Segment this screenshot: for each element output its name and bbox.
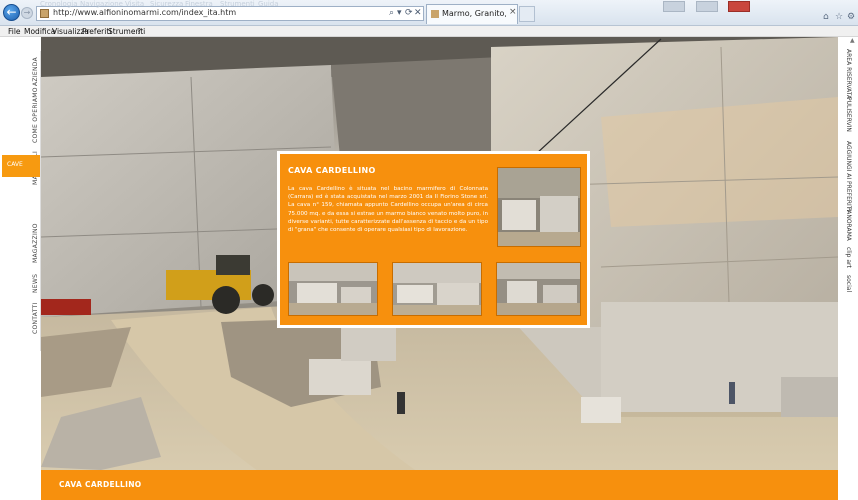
forward-button[interactable]: → bbox=[21, 7, 33, 19]
site-favicon-icon bbox=[40, 9, 49, 18]
tab-title: Marmo, Granito, Travertino... bbox=[442, 9, 506, 18]
url-text: http://www.alfioninomarmi.com/index_ita.… bbox=[53, 8, 237, 17]
footer-bar: CAVA CARDELLINO bbox=[41, 470, 838, 500]
quarry-photo-thumbnail bbox=[289, 263, 377, 315]
faint-menu-item: Visita bbox=[125, 0, 145, 8]
info-box-panel: CAVA CARDELLINO La cava Cardellino è sit… bbox=[280, 154, 587, 325]
faint-menu-item: Guida bbox=[258, 0, 279, 8]
back-button[interactable]: ← bbox=[3, 4, 20, 21]
settings-gear-icon[interactable]: ⚙ bbox=[847, 13, 856, 22]
info-box: CAVA CARDELLINO La cava Cardellino è sit… bbox=[277, 151, 590, 328]
menu-help[interactable]: ? bbox=[137, 26, 141, 37]
quarry-photo-thumbnail bbox=[393, 263, 481, 315]
faint-menu-item: Finestra bbox=[185, 0, 213, 8]
gallery-thumbnail[interactable] bbox=[497, 167, 581, 247]
home-icon[interactable]: ⌂ bbox=[823, 13, 832, 22]
nav-azienda[interactable]: AZIENDA bbox=[30, 53, 41, 91]
gallery-thumbnail[interactable] bbox=[496, 262, 581, 316]
gallery-thumbnail[interactable] bbox=[392, 262, 482, 316]
info-box-title: CAVA CARDELLINO bbox=[288, 166, 376, 175]
forward-arrow-icon: → bbox=[23, 8, 31, 17]
left-nav: AZIENDA COME OPERIAMO MATERIALI MAGAZZIN… bbox=[30, 51, 41, 351]
browser-chrome: ← → http://www.alfioninomarmi.com/index_… bbox=[0, 0, 858, 26]
window-close-button[interactable] bbox=[728, 1, 750, 12]
nav-puliservin[interactable]: PULISERVIN bbox=[842, 97, 854, 137]
nav-cave-label: CAVE bbox=[7, 161, 23, 168]
favorites-star-icon[interactable]: ☆ bbox=[835, 13, 844, 22]
new-tab-button[interactable] bbox=[519, 6, 535, 22]
nav-aggiungi-preferiti[interactable]: AGGIUNGI AI PREFERITI bbox=[842, 141, 854, 211]
menu-bar: File Modifica Visualizza Preferiti Strum… bbox=[0, 26, 858, 37]
gallery-thumbnail[interactable] bbox=[288, 262, 378, 316]
stop-icon[interactable]: ✕ bbox=[414, 7, 422, 20]
faint-menu-item: Cronologia bbox=[40, 0, 78, 8]
search-icon[interactable]: ⌕ bbox=[389, 7, 394, 20]
right-nav: AREA RISERVATA PULISERVIN AGGIUNGI AI PR… bbox=[838, 37, 858, 500]
back-arrow-icon: ← bbox=[6, 5, 17, 19]
nav-area-riservata[interactable]: AREA RISERVATA bbox=[842, 49, 854, 99]
nav-panorama[interactable]: PANORAMA bbox=[842, 207, 854, 243]
menu-preferiti[interactable]: Preferiti bbox=[82, 26, 111, 37]
quarry-photo-thumbnail bbox=[497, 263, 580, 315]
nav-contatti[interactable]: CONTATTI bbox=[30, 299, 41, 337]
info-box-description: La cava Cardellino è situata nel bacino … bbox=[288, 186, 488, 234]
nav-come-operiamo[interactable]: COME OPERIAMO bbox=[30, 87, 41, 143]
window-maximize-button[interactable] bbox=[696, 1, 718, 12]
address-bar[interactable]: http://www.alfioninomarmi.com/index_ita.… bbox=[36, 6, 424, 21]
nav-clip-art[interactable]: clip art bbox=[842, 247, 854, 271]
window-minimize-button[interactable] bbox=[663, 1, 685, 12]
web-page: AZIENDA COME OPERIAMO MATERIALI MAGAZZIN… bbox=[0, 37, 858, 500]
tab-active[interactable]: Marmo, Granito, Travertino... × bbox=[426, 4, 518, 24]
faint-menu-item: Navigazione bbox=[80, 0, 123, 8]
tab-favicon-icon bbox=[431, 10, 439, 18]
footer-title: CAVA CARDELLINO bbox=[59, 480, 142, 489]
nav-news[interactable]: NEWS bbox=[30, 271, 41, 295]
faint-menu-item: Strumenti bbox=[220, 0, 255, 8]
nav-social[interactable]: social bbox=[842, 275, 854, 299]
dropdown-icon[interactable]: ▾ bbox=[397, 7, 402, 20]
menu-file[interactable]: File bbox=[8, 26, 21, 37]
scroll-up-icon[interactable]: ▲ bbox=[850, 37, 858, 45]
refresh-icon[interactable]: ⟳ bbox=[405, 7, 413, 20]
menu-modifica[interactable]: Modifica bbox=[24, 26, 55, 37]
nav-magazzino[interactable]: MAGAZZINO bbox=[30, 219, 41, 267]
quarry-photo-thumbnail bbox=[498, 168, 580, 246]
nav-cave-active[interactable]: CAVE bbox=[2, 155, 40, 177]
tab-close-icon[interactable]: × bbox=[509, 7, 517, 17]
faint-menu-item: Sicurezza bbox=[150, 0, 184, 8]
